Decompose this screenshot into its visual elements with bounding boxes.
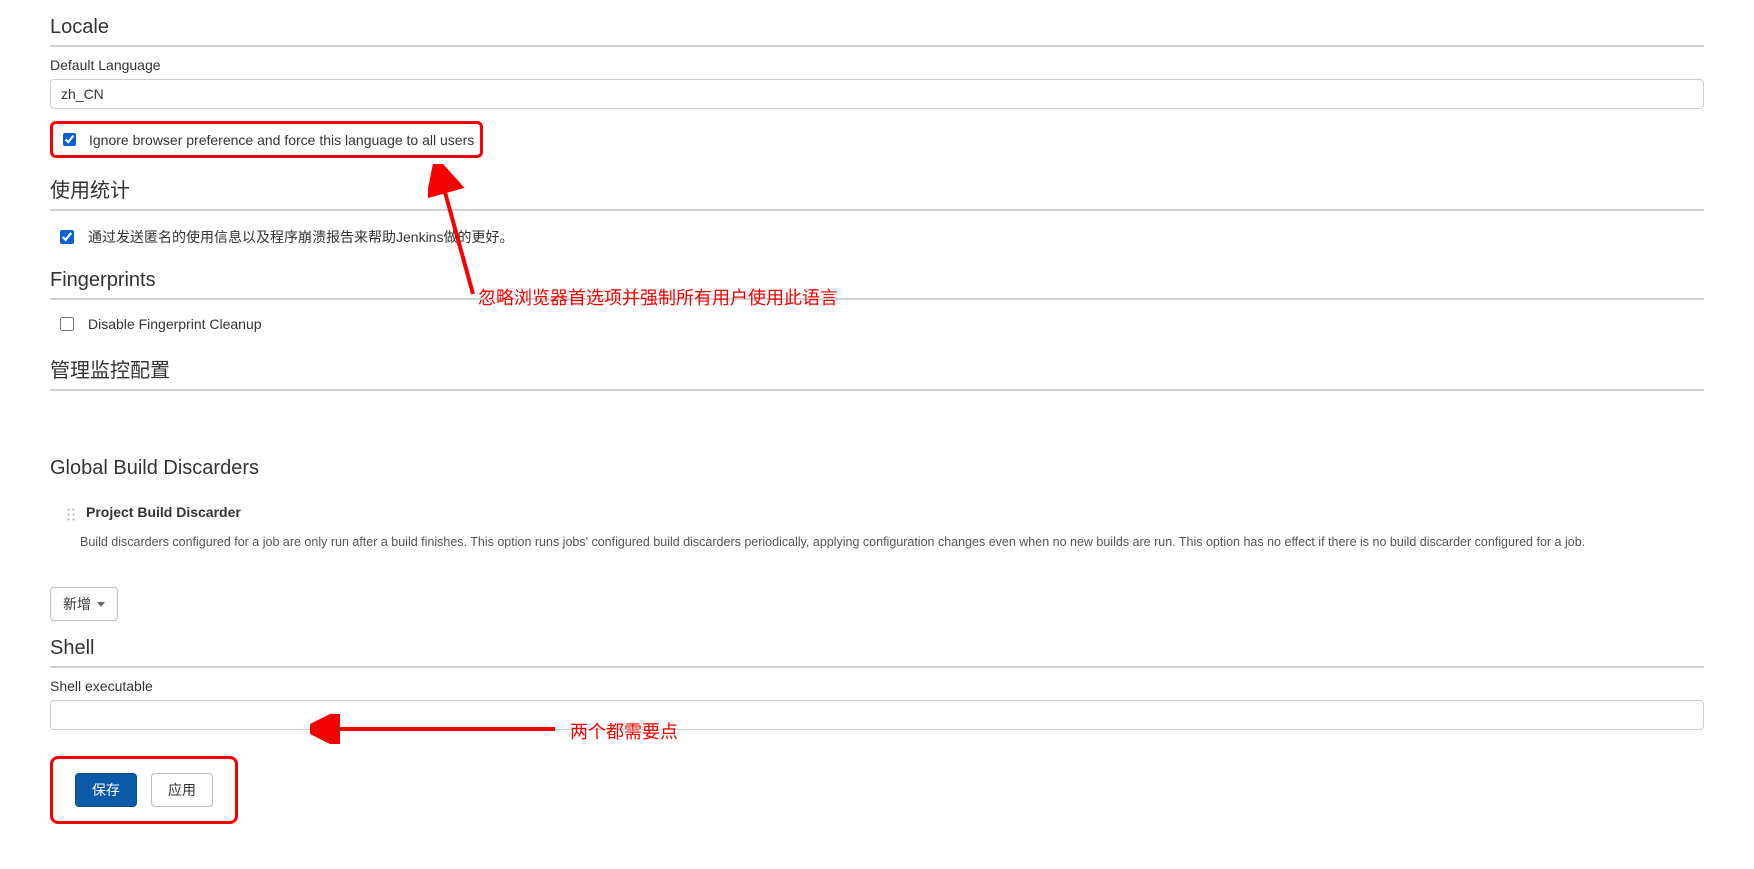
label-default-language: Default Language	[50, 57, 1704, 73]
section-title-fingerprints: Fingerprints	[50, 269, 1704, 300]
chevron-down-icon	[97, 602, 105, 607]
checkbox-usage-stats[interactable]	[60, 230, 74, 244]
checkbox-label-fingerprint: Disable Fingerprint Cleanup	[88, 316, 262, 332]
section-title-shell: Shell	[50, 637, 1704, 668]
apply-button[interactable]: 应用	[151, 773, 213, 807]
checkbox-label-ignore-browser: Ignore browser preference and force this…	[89, 132, 474, 148]
input-shell-executable[interactable]	[50, 700, 1704, 730]
checkbox-ignore-browser[interactable]	[63, 133, 76, 146]
add-discarder-button[interactable]: 新增	[50, 587, 118, 621]
highlight-ignore-browser: Ignore browser preference and force this…	[50, 121, 483, 158]
input-default-language[interactable]	[50, 79, 1704, 109]
label-shell-executable: Shell executable	[50, 678, 1704, 694]
section-title-usage-stats: 使用统计	[50, 174, 1704, 211]
section-title-monitoring: 管理监控配置	[50, 354, 1704, 391]
drag-handle-icon[interactable]	[66, 507, 76, 523]
add-discarder-label: 新增	[63, 594, 91, 614]
checkbox-disable-fingerprint-cleanup[interactable]	[60, 317, 74, 331]
section-title-locale: Locale	[50, 16, 1704, 47]
checkbox-label-usage-stats: 通过发送匿名的使用信息以及程序崩溃报告来帮助Jenkins做的更好。	[88, 227, 513, 247]
discarder-item-title: Project Build Discarder	[86, 504, 241, 520]
section-title-discarders: Global Build Discarders	[50, 457, 1704, 480]
save-button[interactable]: 保存	[75, 773, 137, 807]
highlight-footer-buttons: 保存 应用	[50, 756, 238, 824]
discarder-item-desc: Build discarders configured for a job ar…	[60, 535, 1694, 549]
